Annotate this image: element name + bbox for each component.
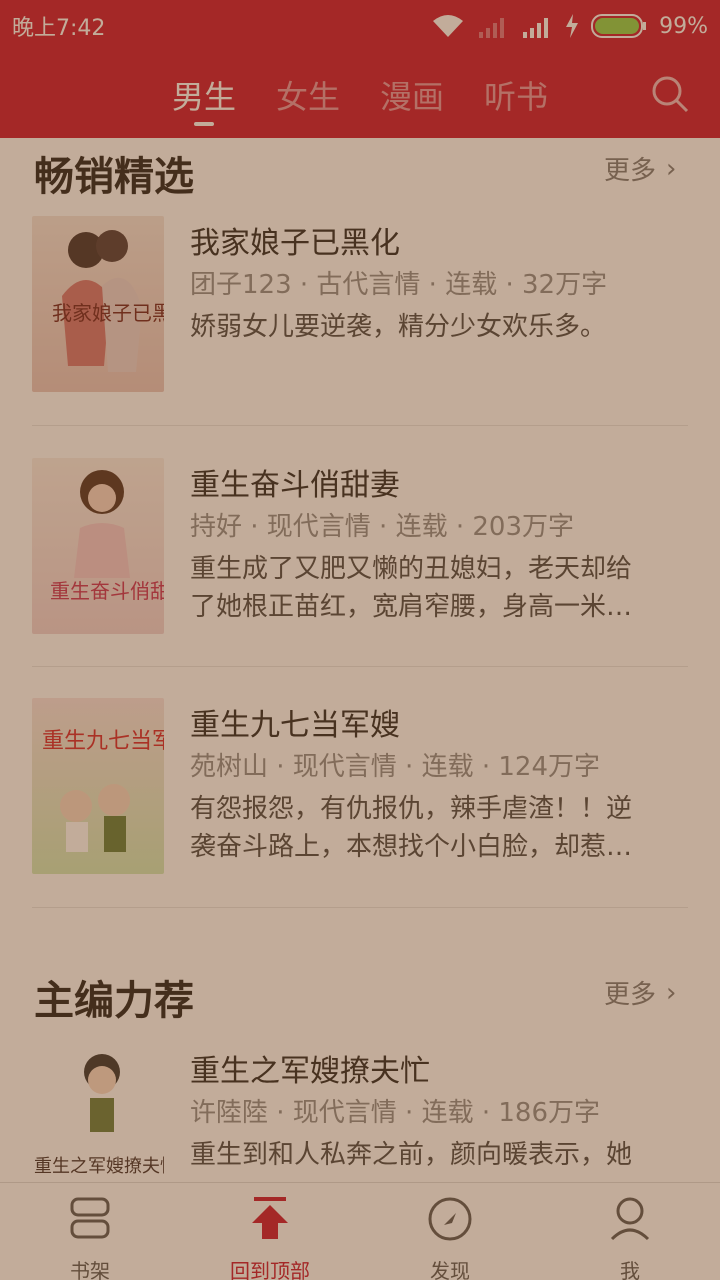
more-label: 更多: [604, 156, 657, 186]
signal-icon: [523, 18, 549, 38]
book-title: 重生奋斗俏甜妻: [190, 468, 400, 503]
desc-line: 袭奋斗路上，本想找个小白脸，却惹…: [190, 832, 633, 862]
more-link[interactable]: 更多 ›: [604, 150, 676, 187]
tab-male[interactable]: 男生: [172, 72, 236, 118]
book-description: 重生到和人私奔之前，颜向暖表示，她: [190, 1136, 680, 1174]
nav-me[interactable]: 我: [570, 1193, 690, 1284]
chevron-right-icon: ›: [666, 153, 677, 184]
status-time: 晚上7:42: [12, 16, 106, 41]
back-to-top-icon: [252, 1197, 288, 1239]
cover-title: 重生之军嫂撩夫忙: [34, 1156, 164, 1177]
main-content[interactable]: 畅销精选 更多 › 我家娘子已黑化 我家娘子已黑化 团子123 · 古代言情 ·…: [0, 138, 720, 1180]
more-link[interactable]: 更多 ›: [604, 974, 676, 1011]
book-description: 娇弱女儿要逆袭，精分少女欢乐多。: [190, 308, 680, 346]
tab-female[interactable]: 女生: [276, 72, 340, 118]
nav-back-to-top[interactable]: 回到顶部: [210, 1193, 330, 1284]
book-cover[interactable]: 重生奋斗俏甜妻: [32, 458, 164, 634]
book-description: 有怨报怨，有仇报仇，辣手虐渣！！逆 袭奋斗路上，本想找个小白脸，却惹…: [190, 790, 680, 866]
book-cover[interactable]: 重生九七当军嫂: [32, 698, 164, 874]
status-bar: 晚上7:42 99%: [0, 0, 720, 52]
charging-icon: [566, 14, 579, 38]
book-meta: 团子123 · 古代言情 · 连载 · 32万字: [190, 270, 608, 300]
cover-title: 重生九七当军嫂: [42, 729, 164, 754]
nav-bookshelf[interactable]: 书架: [30, 1193, 150, 1284]
more-label: 更多: [604, 980, 657, 1010]
divider: [32, 425, 688, 426]
compass-icon: [428, 1197, 472, 1241]
book-meta: 苑树山 · 现代言情 · 连载 · 124万字: [190, 752, 601, 782]
book-meta: 持好 · 现代言情 · 连载 · 203万字: [190, 512, 575, 542]
book-title: 重生之军嫂撩夫忙: [190, 1054, 430, 1089]
battery-icon: [591, 14, 647, 38]
desc-line: 重生成了又肥又懒的丑媳妇，老天却给: [190, 554, 633, 584]
section-title: 主编力荐: [34, 978, 194, 1024]
signal-weak-icon: [479, 18, 505, 38]
book-meta: 许陸陸 · 现代言情 · 连载 · 186万字: [190, 1098, 601, 1128]
cover-illustration: 重生之军嫂撩夫忙: [34, 1054, 164, 1177]
user-icon: [610, 1197, 650, 1241]
search-icon[interactable]: [650, 74, 690, 114]
chevron-right-icon: ›: [666, 977, 677, 1008]
book-cover[interactable]: 我家娘子已黑化: [32, 216, 164, 392]
tab-audiobooks[interactable]: 听书: [484, 72, 548, 118]
active-tab-indicator: [194, 122, 214, 126]
book-title: 我家娘子已黑化: [190, 226, 400, 261]
book-title: 重生九七当军嫂: [190, 708, 400, 743]
desc-line: 重生到和人私奔之前，颜向暖表示，她: [190, 1140, 633, 1170]
cover-illustration: 我家娘子已黑化: [52, 230, 164, 372]
bookshelf-icon: [70, 1197, 110, 1239]
desc-line: 娇弱女儿要逆袭，精分少女欢乐多。: [190, 312, 607, 342]
cover-illustration: 重生九七当军嫂: [42, 729, 164, 852]
cover-title: 重生奋斗俏甜妻: [50, 579, 164, 603]
cover-illustration: 重生奋斗俏甜妻: [50, 470, 164, 603]
divider: [32, 666, 688, 667]
battery-percent: 99%: [659, 13, 708, 39]
section-title: 畅销精选: [34, 154, 194, 200]
tab-comics[interactable]: 漫画: [380, 72, 444, 118]
cover-title: 我家娘子已黑化: [52, 301, 164, 325]
top-nav: 男生 女生 漫画 听书: [0, 52, 720, 138]
book-description: 重生成了又肥又懒的丑媳妇，老天却给 了她根正苗红，宽肩窄腰，身高一米…: [190, 550, 680, 626]
book-cover[interactable]: 重生之军嫂撩夫忙: [32, 1044, 164, 1180]
nav-discover[interactable]: 发现: [390, 1193, 510, 1284]
desc-line: 了她根正苗红，宽肩窄腰，身高一米…: [190, 592, 633, 622]
divider: [32, 907, 688, 908]
wifi-icon: [433, 15, 464, 37]
desc-line: 有怨报怨，有仇报仇，辣手虐渣！！逆: [190, 794, 633, 824]
bottom-nav: 书架 回到顶部 发现 我: [0, 1182, 720, 1284]
